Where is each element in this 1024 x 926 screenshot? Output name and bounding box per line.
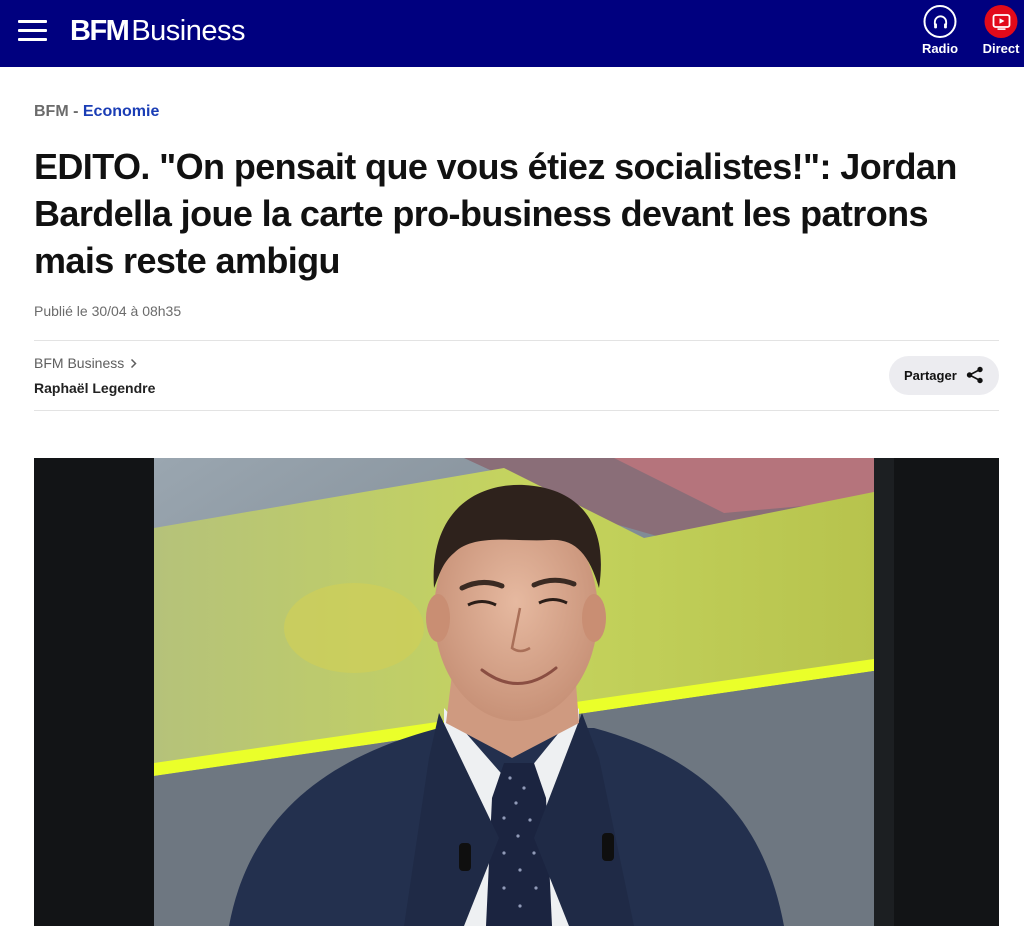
hamburger-menu-icon[interactable] <box>18 20 47 42</box>
share-icon <box>966 366 984 389</box>
radio-button[interactable]: Radio <box>914 4 966 62</box>
publication-date: Publié le 30/04 à 08h35 <box>34 303 182 319</box>
author-name: Raphaël Legendre <box>34 380 156 396</box>
breadcrumb-site[interactable]: BFM <box>34 103 69 120</box>
divider-top <box>34 340 999 341</box>
top-navigation-bar: BFM Business Radio Direct <box>0 0 1024 67</box>
share-label: Partager <box>904 368 957 383</box>
radio-label: Radio <box>921 41 959 56</box>
breadcrumb: BFM - Economie <box>34 103 159 121</box>
play-icon <box>984 5 1018 38</box>
direct-label: Direct <box>982 41 1020 56</box>
breadcrumb-section-link[interactable]: Economie <box>83 103 159 120</box>
source-link[interactable]: BFM Business <box>34 355 137 372</box>
headphones-icon <box>923 5 957 38</box>
direct-button[interactable]: Direct <box>975 4 1024 62</box>
logo-business-text: Business <box>131 15 245 47</box>
site-logo[interactable]: BFM Business <box>70 13 245 49</box>
source-name: BFM Business <box>34 355 125 371</box>
article-hero-image <box>34 458 999 926</box>
breadcrumb-separator: - <box>68 103 83 120</box>
chevron-right-icon <box>130 356 137 372</box>
divider-bottom <box>34 410 999 411</box>
logo-bfm-text: BFM <box>70 15 130 47</box>
article-title: EDITO. "On pensait que vous étiez social… <box>34 146 957 281</box>
share-button[interactable]: Partager <box>889 356 999 395</box>
